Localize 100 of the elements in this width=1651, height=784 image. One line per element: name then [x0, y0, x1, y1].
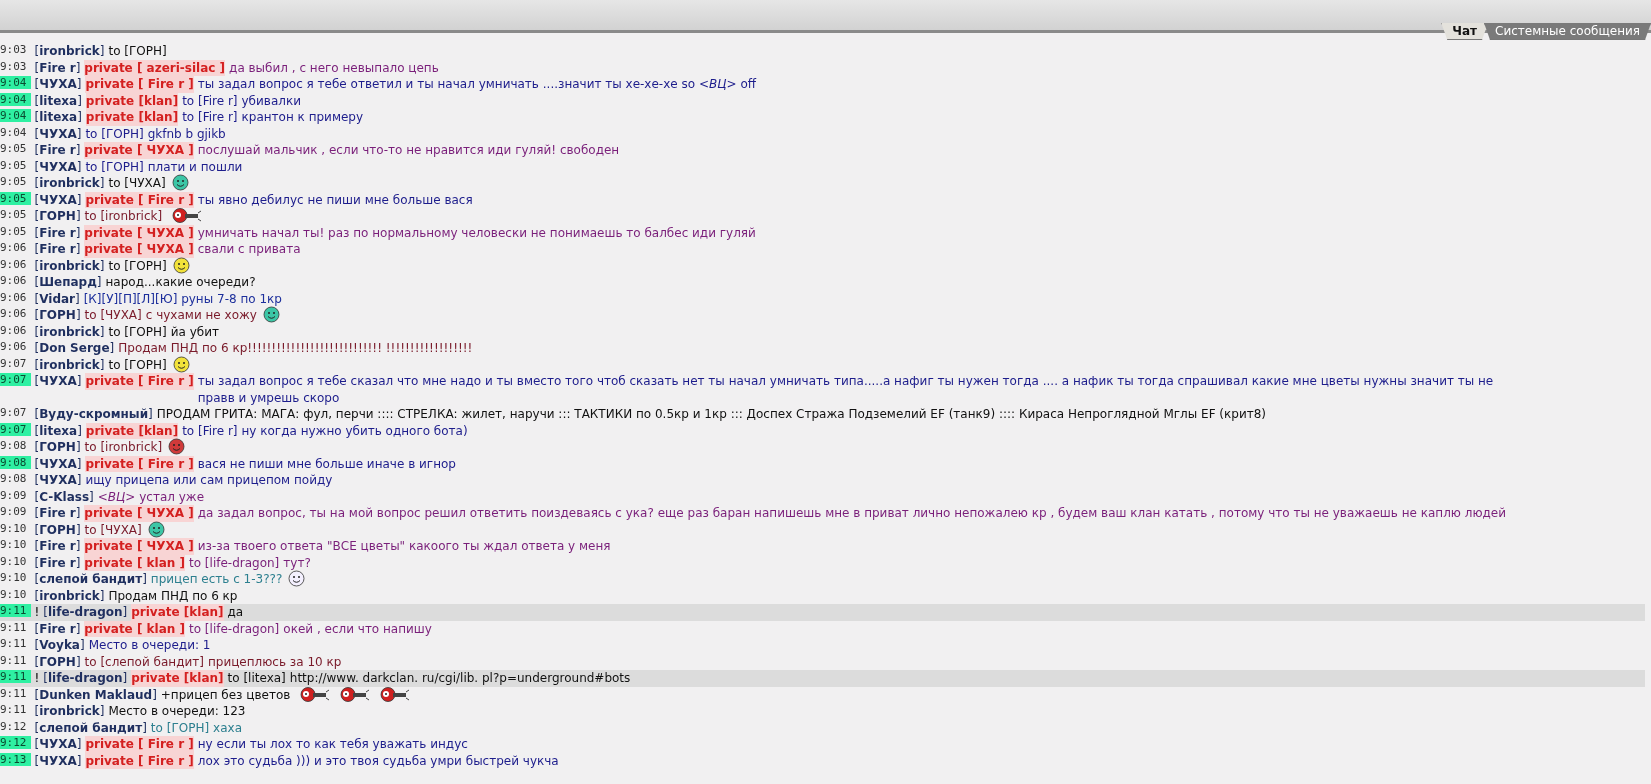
timestamp: 9:05 — [0, 158, 28, 172]
message-text: крантон к примеру — [241, 109, 364, 126]
private-label: private [klan] — [85, 422, 179, 439]
recipient-label[interactable]: to [life-dragon] — [189, 554, 280, 571]
sender-name[interactable]: [Fire r] — [34, 241, 81, 258]
timestamp: 9:07 — [0, 422, 31, 436]
recipient-label[interactable]: to [ГОРН] — [108, 257, 167, 274]
recipient-label[interactable]: to [ГОРН] — [108, 323, 167, 340]
message-text: да задал вопрос, ты на мой вопрос решил ответить поиздеваясь с ука? еще раз баран напишешь мне в приват лично непожалею кр , будем ваш клан катать , потому что ты не уважаешь не каплю людей — [197, 505, 1507, 522]
sender-name[interactable]: [ГОРН] — [34, 208, 81, 225]
sender-name[interactable]: [ЧУХА] — [34, 455, 82, 472]
recipient-label[interactable]: to [ЧУХА] — [84, 521, 142, 538]
recipient-label[interactable]: to [ironbrick] — [84, 439, 163, 456]
sender-name[interactable]: [Fire r] — [34, 620, 81, 637]
sender-name[interactable]: [Vidar] — [34, 290, 80, 307]
sender-name[interactable]: [ГОРН] — [34, 439, 81, 456]
timestamp: 9:07 — [0, 356, 28, 370]
sender-name[interactable]: [life-dragon] — [43, 604, 128, 621]
alert-mark: ! — [34, 670, 40, 687]
sender-name[interactable]: [ironbrick] — [34, 43, 105, 60]
message-text: +прицеп без цветов — [160, 686, 291, 703]
sender-name[interactable]: [life-dragon] — [43, 670, 128, 687]
sender-name[interactable]: [ЧУХА] — [34, 125, 82, 142]
sender-name[interactable]: [ironbrick] — [34, 175, 105, 192]
sender-name[interactable]: [Fire r] — [34, 142, 81, 159]
sender-name[interactable]: [ЧУХА] — [34, 76, 82, 93]
sender-name[interactable]: [Шепард] — [34, 274, 102, 291]
private-label: private [ azeri-silac ] — [84, 59, 226, 76]
sender-name[interactable]: [слепой бандит] — [34, 571, 147, 588]
message-text: свали с привата — [197, 241, 301, 258]
recipient-label[interactable]: to [ЧУХА] — [108, 175, 166, 192]
timestamp: 9:07 — [0, 406, 28, 419]
sender-name[interactable]: [litexa] — [34, 92, 82, 109]
recipient-label[interactable]: to [ЧУХА] — [84, 307, 142, 324]
message-text: да — [227, 604, 244, 621]
sender-name[interactable]: [ironbrick] — [34, 257, 105, 274]
message-text: ПРОДАМ ГРИТА: МАГА: фул, перчи :::: СТРЕЛКА: жилет, наручи ::: ТАКТИКИ по 0.5кр и 1кр ::: Доспех Стража Подземелий EF (танк9) :::: Кираса Непроглядной Мглы EF (крит8) — [156, 406, 1266, 423]
private-label: private [ Fire r ] — [85, 736, 194, 753]
recipient-label[interactable]: to [Fire r] — [182, 92, 238, 109]
timestamp: 9:10 — [0, 554, 28, 568]
message-text: [К][У][П][Л][Ю] руны 7-8 по 1кр — [83, 290, 282, 307]
tab[interactable]: Системные сообщения — [1484, 23, 1651, 40]
sender-name[interactable]: [ГОРН] — [34, 521, 81, 538]
sender-name[interactable]: [litexa] — [34, 422, 82, 439]
sender-name[interactable]: [ЧУХА] — [34, 191, 82, 208]
recipient-label[interactable]: to [ГОРН] — [108, 43, 167, 60]
timestamp: 9:05 — [0, 224, 28, 238]
private-label: private [ ЧУХА ] — [84, 224, 194, 241]
timestamp: 9:06 — [0, 307, 28, 320]
sender-name[interactable]: [Fire r] — [34, 538, 81, 555]
sender-name[interactable]: [Fire r] — [34, 59, 81, 76]
private-label: private [ Fire r ] — [85, 373, 194, 390]
private-label: private [klan] — [85, 109, 179, 126]
private-label: private [ Fire r ] — [85, 76, 194, 93]
sender-name[interactable]: [Fire r] — [34, 224, 81, 241]
message-text: йа убит — [170, 323, 219, 340]
timestamp: 9:08 — [0, 439, 28, 452]
recipient-label[interactable]: to [life-dragon] — [189, 620, 280, 637]
sender-name[interactable]: [ironbrick] — [34, 703, 105, 720]
sender-name[interactable]: [C-Klass] — [34, 488, 94, 505]
recipient-label[interactable]: to [ГОРН] — [150, 719, 210, 736]
timestamp: 9:05 — [0, 142, 28, 155]
recipient-label[interactable]: to [ГОРН] — [108, 356, 167, 373]
private-label: private [ ЧУХА ] — [84, 241, 194, 258]
message-text: народ...какие очереди? — [105, 274, 256, 291]
message-text: gkfnb b gjikb — [147, 125, 226, 142]
recipient-label[interactable]: to [ironbrick] — [84, 208, 163, 225]
sender-name[interactable]: [ЧУХА] — [34, 736, 82, 753]
sender-name[interactable]: [Вуду-скромный] — [34, 406, 153, 423]
private-label: private [klan] — [131, 670, 224, 687]
sender-name[interactable]: [ironbrick] — [34, 356, 105, 373]
alert-mark: ! — [34, 604, 40, 621]
timestamp: 9:04 — [0, 92, 31, 106]
sender-name[interactable]: [Voyka] — [34, 637, 85, 654]
recipient-label[interactable]: to [ГОРН] — [85, 158, 144, 175]
sender-name[interactable]: [ironbrick] — [34, 587, 105, 604]
sender-name[interactable]: [слепой бандит] — [34, 719, 147, 736]
sender-name[interactable]: [ЧУХА] — [34, 472, 82, 489]
sender-name[interactable]: [litexa] — [34, 109, 82, 126]
recipient-label[interactable]: to [ГОРН] — [85, 125, 144, 142]
timestamp: 9:05 — [0, 191, 31, 205]
timestamp: 9:06 — [0, 241, 28, 254]
message-text: окей , если что напишу — [283, 620, 432, 637]
timestamp: 9:06 — [0, 257, 28, 271]
sender-name[interactable]: [ЧУХА] — [34, 373, 82, 390]
sender-name[interactable]: [ГОРН] — [34, 653, 81, 670]
recipient-label[interactable]: to [Fire r] — [182, 109, 238, 126]
sender-name[interactable]: [Don Serge] — [34, 340, 115, 357]
sender-name[interactable]: [Fire r] — [34, 505, 81, 522]
sender-name[interactable]: [ЧУХА] — [34, 158, 82, 175]
recipient-label[interactable]: to [litexa] — [227, 670, 286, 687]
recipient-label[interactable]: to [слепой бандит] — [84, 653, 204, 670]
sender-name[interactable]: [ГОРН] — [34, 307, 81, 324]
sender-name[interactable]: [Fire r] — [34, 554, 81, 571]
recipient-label[interactable]: to [Fire r] — [182, 422, 238, 439]
message-text: Продам ПНД по 6 кр — [108, 587, 238, 604]
timestamp: 9:09 — [0, 488, 28, 502]
sender-name[interactable]: [Dunken Maklaud] — [34, 686, 157, 703]
sender-name[interactable]: [ironbrick] — [34, 323, 105, 340]
sender-name[interactable]: [ЧУХА] — [34, 752, 82, 769]
